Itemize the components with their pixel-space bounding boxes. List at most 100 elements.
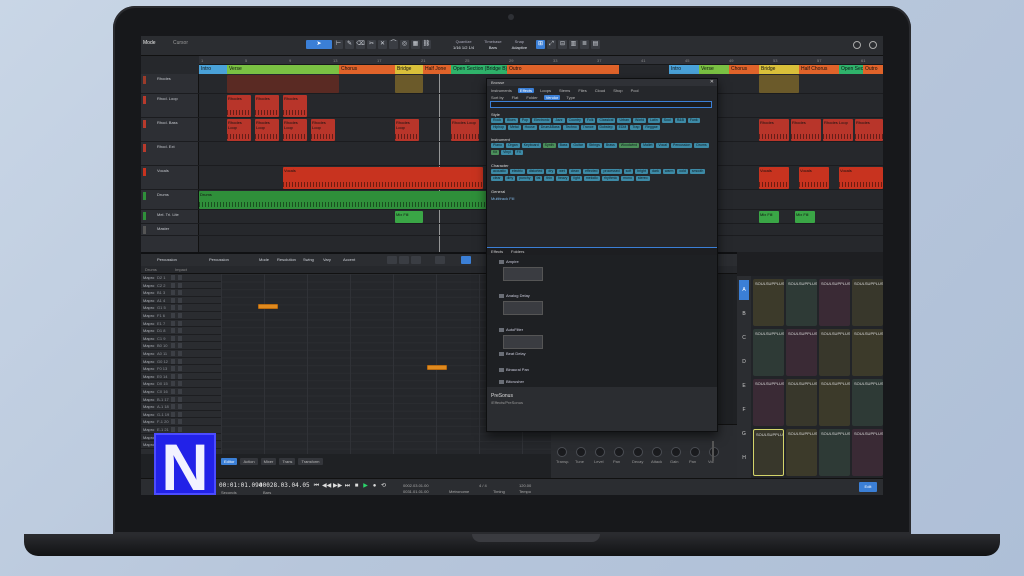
pitch-row[interactable]: Mapro A1 4 xyxy=(141,297,221,305)
browser-tab-instruments[interactable]: Instruments xyxy=(489,88,514,93)
pitch-row[interactable]: Mapro F1 6 xyxy=(141,312,221,320)
mute-toggle[interactable] xyxy=(171,328,175,334)
filter-tag[interactable]: Trance xyxy=(580,125,596,130)
bar-position[interactable]: 00028.03.04.05 xyxy=(259,482,310,489)
paint-tool-button[interactable]: ▦ xyxy=(411,40,420,49)
filter-tag[interactable]: mono xyxy=(621,176,634,181)
mute-toggle[interactable] xyxy=(171,335,175,341)
filter-tag[interactable]: distorted xyxy=(526,169,545,174)
solo-toggle[interactable] xyxy=(178,313,182,318)
drum-pad[interactable]: SOULSUPPLUS_88bpm xyxy=(852,429,883,476)
rewind-icon[interactable]: ⏮ xyxy=(313,483,320,490)
knob[interactable] xyxy=(595,447,605,457)
solo-toggle[interactable] xyxy=(178,396,182,402)
arrow-tool-button[interactable]: ➤ xyxy=(306,40,332,49)
tab-folders-list[interactable]: Folders xyxy=(511,249,524,254)
filter-tag[interactable]: Reggae xyxy=(643,125,660,130)
filter-tag[interactable]: Piano xyxy=(491,143,504,148)
loop-end[interactable]: 0031.01.01.00 xyxy=(403,489,429,494)
mute-toggle[interactable] xyxy=(171,373,175,379)
knob[interactable] xyxy=(671,447,681,457)
effect-item[interactable]: Analog Delay xyxy=(499,293,530,298)
mute-toggle[interactable] xyxy=(171,366,175,372)
browser-tab-effects[interactable]: Effects xyxy=(517,88,535,93)
snap-readout[interactable]: Snap Adaptive xyxy=(512,39,528,51)
clip[interactable]: Rhodes Loop xyxy=(451,119,479,141)
solo-toggle[interactable] xyxy=(178,373,182,379)
editor-control-swing[interactable]: Swing xyxy=(303,257,314,262)
pad-bank-b[interactable]: B xyxy=(739,304,749,324)
loop-icon[interactable]: ⟲ xyxy=(380,483,387,490)
filter-tag[interactable]: Kit xyxy=(491,150,500,155)
track-name[interactable]: Rhod. Loop xyxy=(157,96,178,101)
track-name[interactable]: Rhodes xyxy=(157,76,171,81)
filter-tag[interactable]: heavy xyxy=(556,176,570,181)
track-name[interactable]: Master xyxy=(157,226,169,231)
solo-toggle[interactable] xyxy=(178,275,182,280)
clip[interactable]: Rhodes Loop xyxy=(823,119,853,141)
quantize-readout[interactable]: Quantize 1/16 1/2 1/4 xyxy=(453,39,474,51)
track-name[interactable]: Vocals xyxy=(157,168,169,173)
pitch-row[interactable]: Mapro D1 8 xyxy=(141,327,221,335)
solo-toggle[interactable] xyxy=(178,290,182,296)
clip[interactable]: Rhodes xyxy=(255,95,279,117)
filter-tag[interactable]: bright xyxy=(635,169,649,174)
filter-tag[interactable]: Urban xyxy=(617,118,632,123)
browser-tab-stems[interactable]: Stems xyxy=(557,88,572,93)
pitch-row[interactable]: Mapro B1 3 xyxy=(141,289,221,297)
filter-tag[interactable]: Jazz xyxy=(553,118,565,123)
filter-tag[interactable]: light xyxy=(571,176,582,181)
note[interactable] xyxy=(427,365,447,370)
arranger-section[interactable]: Verse xyxy=(699,65,729,74)
bend-tool-button[interactable]: ⌒ xyxy=(389,40,398,49)
solo-toggle[interactable] xyxy=(178,389,182,394)
clip[interactable]: Vocals xyxy=(839,167,883,189)
effect-item[interactable]: Ampire xyxy=(499,259,519,264)
pitch-row[interactable]: Mapro A0 11 xyxy=(141,350,221,358)
filter-tag[interactable]: dirty xyxy=(504,176,516,181)
clip[interactable]: Drums xyxy=(199,191,499,209)
filter-tab[interactable]: Folder xyxy=(524,95,539,100)
mute-toggle[interactable] xyxy=(171,305,175,311)
mute-toggle[interactable] xyxy=(171,389,175,394)
filter-tag[interactable]: wet xyxy=(557,169,567,174)
clip[interactable]: Rhodes xyxy=(791,119,821,141)
filter-tag[interactable]: stereo xyxy=(635,176,650,181)
plugin-thumbnail[interactable] xyxy=(503,267,543,281)
clip[interactable] xyxy=(759,75,799,93)
clip[interactable]: Vocals xyxy=(283,167,483,189)
effect-item[interactable]: AutoFilter xyxy=(499,327,523,332)
solo-toggle[interactable] xyxy=(178,419,182,425)
pad-bank-h[interactable]: H xyxy=(739,448,749,468)
solo-toggle[interactable] xyxy=(178,305,182,311)
timebase-readout[interactable]: Timebase Bars xyxy=(484,39,501,51)
mute-toggle[interactable] xyxy=(171,404,175,410)
general-item[interactable]: Multitrack Fill xyxy=(491,196,514,201)
track-header[interactable]: Rhod. Ext xyxy=(141,142,199,166)
knob[interactable] xyxy=(652,447,662,457)
arranger-section[interactable]: Chorus xyxy=(339,65,395,74)
filter-tag[interactable]: Electronic xyxy=(531,118,552,123)
drum-pad[interactable]: SOULSUPPLUS_88bpm xyxy=(852,279,883,326)
filter-tag[interactable]: dark xyxy=(650,169,661,174)
solo-toggle[interactable] xyxy=(178,320,182,326)
filter-tag[interactable]: cold xyxy=(677,169,688,174)
filter-tag[interactable]: FX xyxy=(514,150,524,155)
pitch-row[interactable]: Mapro G-1 19 xyxy=(141,411,221,419)
filter-tag[interactable]: Brass xyxy=(603,143,617,148)
drum-pad[interactable]: SOULSUPPLUS_88bpm xyxy=(819,379,850,426)
effect-item[interactable]: Beat Delay xyxy=(499,351,526,356)
filter-tag[interactable]: Drums xyxy=(694,143,709,148)
filter-tag[interactable]: dry xyxy=(546,169,556,174)
back-icon[interactable]: ◀◀ xyxy=(322,483,331,490)
filter-tag[interactable]: smooth xyxy=(689,169,706,174)
split-tool-button[interactable]: ✂ xyxy=(367,40,376,49)
filter-tab[interactable]: Vendor xyxy=(543,95,561,100)
arranger-section[interactable]: Open Section (Bridge B) xyxy=(451,65,507,74)
pitch-row[interactable]: Mapro B-1 17 xyxy=(141,396,221,404)
filter-tag[interactable]: Blues xyxy=(504,118,518,123)
filter-tag[interactable]: Trap xyxy=(630,125,642,130)
filter-tag[interactable]: processed xyxy=(601,169,622,174)
drum-pad[interactable]: SOULSUPPLUS_88bpm xyxy=(786,379,817,426)
tempo-value[interactable]: 120.00 xyxy=(519,483,531,488)
